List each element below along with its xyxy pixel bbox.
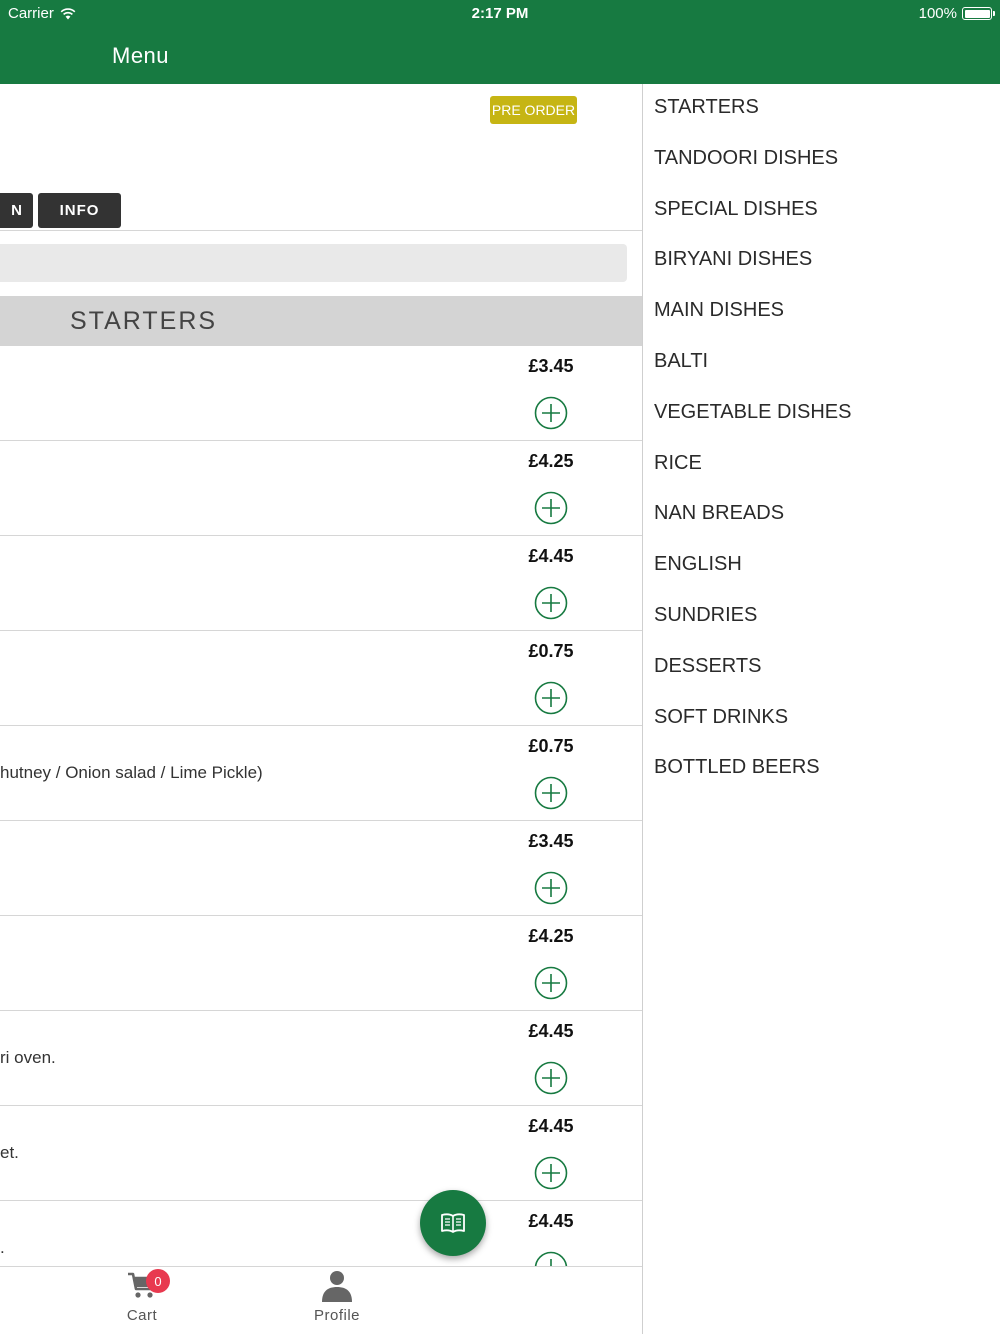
status-time: 2:17 PM xyxy=(471,5,529,22)
section-title: STARTERS xyxy=(70,307,218,335)
add-item-icon[interactable] xyxy=(534,966,568,1000)
cart-count-badge: 0 xyxy=(146,1269,170,1293)
category-english[interactable]: ENGLISH xyxy=(643,541,1000,592)
item-description: ri oven. xyxy=(0,1048,56,1067)
add-item-icon[interactable] xyxy=(534,871,568,905)
add-item-icon[interactable] xyxy=(534,681,568,715)
cart-label: Cart xyxy=(126,1307,158,1324)
category-vegetable-dishes[interactable]: VEGETABLE DISHES xyxy=(643,389,1000,440)
divider xyxy=(0,230,642,231)
category-nan-breads[interactable]: NAN BREADS xyxy=(643,490,1000,541)
menu-content[interactable]: PRE ORDER N INFO STARTERS £3.45 £4.25 £4… xyxy=(0,84,642,1334)
category-main-dishes[interactable]: MAIN DISHES xyxy=(643,287,1000,338)
battery-icon xyxy=(962,7,995,20)
item-price: £0.75 xyxy=(528,736,574,756)
item-description: et. xyxy=(0,1143,19,1162)
menu-item[interactable]: £4.45 et. xyxy=(0,1106,642,1201)
add-item-icon[interactable] xyxy=(534,1061,568,1095)
category-drawer: STARTERS TANDOORI DISHES SPECIAL DISHES … xyxy=(642,84,1000,1334)
category-list: STARTERS TANDOORI DISHES SPECIAL DISHES … xyxy=(643,84,1000,795)
add-item-icon[interactable] xyxy=(534,396,568,430)
add-item-icon[interactable] xyxy=(534,586,568,620)
item-description: hutney / Onion salad / Lime Pickle) xyxy=(0,763,263,782)
item-price: £4.45 xyxy=(528,1021,574,1041)
category-balti[interactable]: BALTI xyxy=(643,338,1000,389)
item-price: £4.45 xyxy=(528,546,574,566)
tab-info[interactable]: INFO xyxy=(38,193,121,228)
category-biryani-dishes[interactable]: BIRYANI DISHES xyxy=(643,236,1000,287)
tab-cart[interactable]: 0 Cart xyxy=(82,1267,202,1334)
tab-partial[interactable]: N xyxy=(0,193,33,228)
add-item-icon[interactable] xyxy=(534,491,568,525)
add-item-icon[interactable] xyxy=(534,776,568,810)
category-starters[interactable]: STARTERS xyxy=(643,84,1000,135)
menu-item[interactable]: £3.45 xyxy=(0,821,642,916)
menu-item[interactable]: £4.25 xyxy=(0,441,642,536)
nav-bar: Menu xyxy=(0,28,1000,84)
tab-profile[interactable]: Profile xyxy=(277,1267,397,1334)
profile-label: Profile xyxy=(313,1307,361,1324)
menu-item[interactable]: £4.45 xyxy=(0,536,642,631)
menu-book-button[interactable] xyxy=(420,1190,486,1256)
profile-icon xyxy=(322,1271,352,1302)
menu-item-list: £3.45 £4.25 £4.45 £0.75 £0.75 hutney / O… xyxy=(0,346,642,1296)
category-sundries[interactable]: SUNDRIES xyxy=(643,592,1000,643)
search-input[interactable] xyxy=(0,244,627,282)
menu-item[interactable]: £4.25 xyxy=(0,916,642,1011)
category-special-dishes[interactable]: SPECIAL DISHES xyxy=(643,186,1000,237)
item-price: £4.25 xyxy=(528,926,574,946)
pre-order-badge[interactable]: PRE ORDER xyxy=(490,96,577,124)
item-description: . xyxy=(0,1238,5,1257)
book-icon xyxy=(441,1213,465,1233)
page-title: Menu xyxy=(112,43,170,68)
menu-item[interactable]: £4.45 ri oven. xyxy=(0,1011,642,1106)
status-bar: Carrier 2:17 PM 100% xyxy=(0,0,1000,28)
category-desserts[interactable]: DESSERTS xyxy=(643,643,1000,694)
category-bottled-beers[interactable]: BOTTLED BEERS xyxy=(643,744,1000,795)
item-price: £4.45 xyxy=(528,1211,574,1231)
category-tandoori-dishes[interactable]: TANDOORI DISHES xyxy=(643,135,1000,186)
item-price: £4.25 xyxy=(528,451,574,471)
category-rice[interactable]: RICE xyxy=(643,440,1000,491)
bottom-tab-bar: 0 Cart Profile xyxy=(0,1266,642,1334)
menu-item[interactable]: £3.45 xyxy=(0,346,642,441)
add-item-icon[interactable] xyxy=(534,1156,568,1190)
item-price: £4.45 xyxy=(528,1116,574,1136)
menu-item[interactable]: £0.75 hutney / Onion salad / Lime Pickle… xyxy=(0,726,642,821)
item-price: £3.45 xyxy=(528,356,574,376)
battery-group: 100% xyxy=(918,5,995,22)
section-header: STARTERS xyxy=(0,296,642,346)
battery-percent: 100% xyxy=(918,5,957,22)
item-price: £0.75 xyxy=(528,641,574,661)
item-price: £3.45 xyxy=(528,831,574,851)
category-soft-drinks[interactable]: SOFT DRINKS xyxy=(643,694,1000,745)
menu-item[interactable]: £0.75 xyxy=(0,631,642,726)
